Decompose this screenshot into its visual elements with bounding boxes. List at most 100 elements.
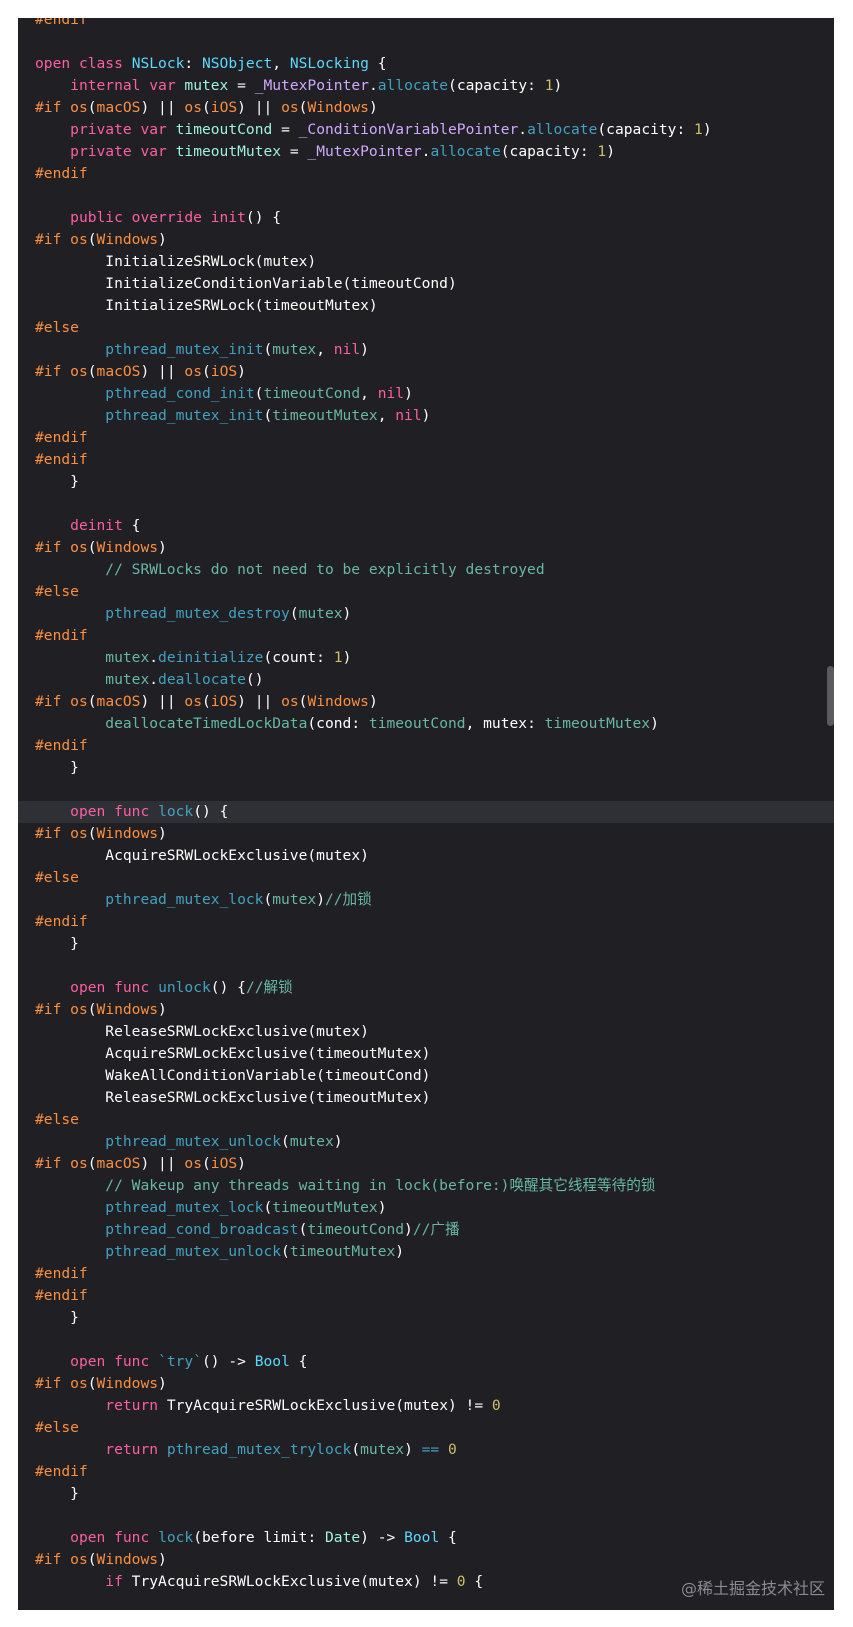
code-area[interactable]: #endif open class NSLock: NSObject, NSLoc… [18, 18, 834, 1593]
code-line[interactable]: InitializeSRWLock(mutex) [18, 251, 834, 273]
code-line[interactable] [18, 1505, 834, 1527]
code-token: 0 [448, 1441, 457, 1458]
code-line[interactable]: #else [18, 1109, 834, 1131]
code-line[interactable]: #if os(Windows) [18, 537, 834, 559]
vertical-scrollbar[interactable] [827, 666, 834, 726]
code-editor[interactable]: #endif open class NSLock: NSObject, NSLoc… [18, 18, 834, 1610]
code-line[interactable]: InitializeConditionVariable(timeoutCond) [18, 273, 834, 295]
code-line[interactable]: deallocateTimedLockData(cond: timeoutCon… [18, 713, 834, 735]
code-line[interactable]: pthread_mutex_destroy(mutex) [18, 603, 834, 625]
code-line[interactable]: pthread_mutex_init(mutex, nil) [18, 339, 834, 361]
code-line[interactable]: private var timeoutMutex = _MutexPointer… [18, 141, 834, 163]
code-line[interactable]: AcquireSRWLockExclusive(mutex) [18, 845, 834, 867]
code-line[interactable]: // Wakeup any threads waiting in lock(be… [18, 1175, 834, 1197]
code-line[interactable]: pthread_mutex_init(timeoutMutex, nil) [18, 405, 834, 427]
code-line[interactable]: } [18, 933, 834, 955]
code-line[interactable]: pthread_mutex_unlock(mutex) [18, 1131, 834, 1153]
code-token: pthread_cond_init [105, 385, 255, 402]
code-line[interactable]: #endif [18, 735, 834, 757]
code-token: macOS [96, 99, 141, 116]
code-line[interactable] [18, 1329, 834, 1351]
code-token: timeoutCond [307, 1221, 405, 1238]
code-line[interactable]: #if os(macOS) || os(iOS) [18, 1153, 834, 1175]
code-line[interactable]: #endif [18, 911, 834, 933]
code-line[interactable]: #if os(Windows) [18, 1549, 834, 1571]
code-token: ( [263, 891, 273, 908]
code-line[interactable]: deinit { [18, 515, 834, 537]
code-line[interactable] [18, 493, 834, 515]
code-line[interactable]: #endif [18, 625, 834, 647]
code-token: //加锁 [324, 891, 372, 908]
code-line[interactable]: #endif [18, 1263, 834, 1285]
code-line[interactable]: } [18, 1483, 834, 1505]
code-token: } [35, 1485, 79, 1502]
code-line[interactable]: #endif [18, 449, 834, 471]
code-line[interactable]: #endif [18, 18, 834, 31]
code-token: #endif [35, 165, 88, 182]
code-line[interactable]: #else [18, 1417, 834, 1439]
code-line[interactable]: open func lock() { [18, 801, 834, 823]
code-line[interactable]: pthread_cond_init(timeoutCond, nil) [18, 383, 834, 405]
code-token: internal [70, 77, 141, 94]
code-line[interactable]: } [18, 1307, 834, 1329]
code-line[interactable]: mutex.deallocate() [18, 669, 834, 691]
code-line[interactable]: open func `try`() -> Bool { [18, 1351, 834, 1373]
code-line[interactable]: } [18, 757, 834, 779]
code-line[interactable]: // SRWLocks do not need to be explicitly… [18, 559, 834, 581]
code-token: func [114, 979, 150, 996]
code-line[interactable]: #if os(macOS) || os(iOS) || os(Windows) [18, 97, 834, 119]
code-token: ) [404, 1221, 413, 1238]
code-line[interactable]: return pthread_mutex_trylock(mutex) == 0 [18, 1439, 834, 1461]
code-line[interactable] [18, 185, 834, 207]
code-line[interactable]: AcquireSRWLockExclusive(timeoutMutex) [18, 1043, 834, 1065]
code-line[interactable]: #endif [18, 1285, 834, 1307]
code-line[interactable]: #if os(macOS) || os(iOS) [18, 361, 834, 383]
code-token: open [70, 1529, 106, 1546]
code-token: return [105, 1441, 159, 1458]
code-line[interactable]: pthread_mutex_unlock(timeoutMutex) [18, 1241, 834, 1263]
code-token: : [184, 55, 202, 72]
code-line[interactable] [18, 31, 834, 53]
code-line[interactable]: open func lock(before limit: Date) -> Bo… [18, 1527, 834, 1549]
code-line[interactable]: #if os(Windows) [18, 229, 834, 251]
code-token: mutex [105, 649, 150, 666]
code-line[interactable]: return TryAcquireSRWLockExclusive(mutex)… [18, 1395, 834, 1417]
code-line[interactable]: pthread_cond_broadcast(timeoutCond)//广播 [18, 1219, 834, 1241]
code-line[interactable]: #else [18, 867, 834, 889]
code-line[interactable]: pthread_mutex_lock(timeoutMutex) [18, 1197, 834, 1219]
code-line[interactable]: #if os(macOS) || os(iOS) || os(Windows) [18, 691, 834, 713]
code-line[interactable]: open func unlock() {//解锁 [18, 977, 834, 999]
code-line[interactable]: InitializeSRWLock(timeoutMutex) [18, 295, 834, 317]
code-line[interactable]: open class NSLock: NSObject, NSLocking { [18, 53, 834, 75]
code-line[interactable]: ReleaseSRWLockExclusive(mutex) [18, 1021, 834, 1043]
code-token: os [70, 1155, 88, 1172]
code-line[interactable]: public override init() { [18, 207, 834, 229]
code-token: (capacity: [448, 77, 545, 94]
code-line[interactable]: } [18, 471, 834, 493]
code-line[interactable]: mutex.deinitialize(count: 1) [18, 647, 834, 669]
code-line[interactable]: WakeAllConditionVariable(timeoutCond) [18, 1065, 834, 1087]
code-token: 1 [333, 649, 343, 666]
code-line[interactable]: #endif [18, 1461, 834, 1483]
code-line[interactable]: #if os(Windows) [18, 1373, 834, 1395]
code-token: ReleaseSRWLockExclusive [105, 1023, 308, 1040]
code-line[interactable]: #endif [18, 163, 834, 185]
code-line[interactable]: #if os(Windows) [18, 823, 834, 845]
code-line[interactable]: private var timeoutCond = _ConditionVari… [18, 119, 834, 141]
code-line[interactable] [18, 779, 834, 801]
code-line[interactable]: #if os(Windows) [18, 999, 834, 1021]
code-line[interactable]: pthread_mutex_lock(mutex)//加锁 [18, 889, 834, 911]
code-line[interactable]: internal var mutex = _MutexPointer.alloc… [18, 75, 834, 97]
code-line[interactable]: #else [18, 581, 834, 603]
code-line[interactable]: ReleaseSRWLockExclusive(timeoutMutex) [18, 1087, 834, 1109]
code-line[interactable]: #endif [18, 427, 834, 449]
code-line[interactable] [18, 955, 834, 977]
code-line[interactable]: #else [18, 317, 834, 339]
